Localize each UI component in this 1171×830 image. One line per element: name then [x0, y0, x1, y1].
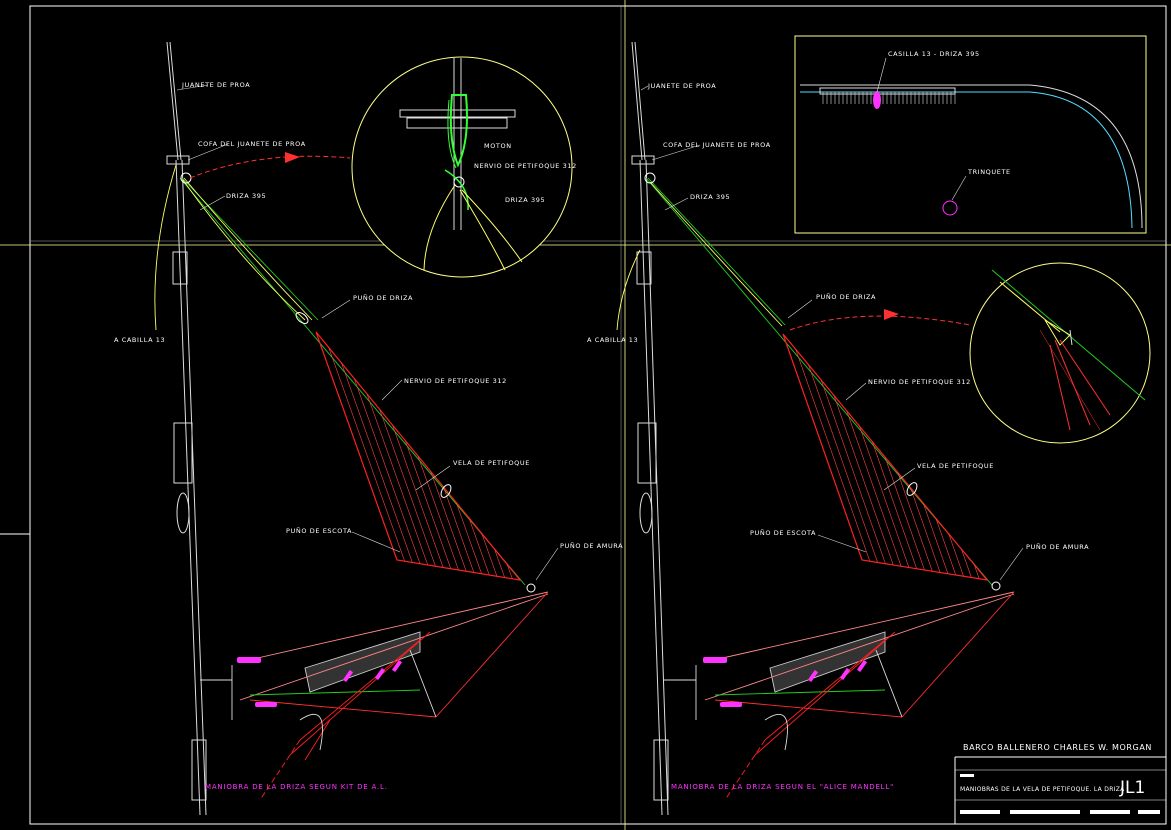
- label-vela: VELA DE PETIFOQUE: [453, 459, 530, 467]
- detail-label-nervio: NERVIO DE PETIFOQUE 312: [474, 162, 577, 170]
- plan-label-casilla: CASILLA 13 - DRIZA 395: [888, 50, 980, 58]
- label-cofa: COFA DEL JUANETE DE PROA: [198, 140, 306, 148]
- label-puno-amura: PUÑO DE AMURA: [1026, 542, 1089, 551]
- detail-label-moton: MOTON: [484, 142, 512, 150]
- label-cofa: COFA DEL JUANETE DE PROA: [663, 141, 771, 149]
- label-puno-amura: PUÑO DE AMURA: [560, 541, 623, 550]
- label-cabilla: A CABILLA 13: [114, 336, 165, 344]
- label-vela: VELA DE PETIFOQUE: [917, 462, 994, 470]
- label-puno-escota: PUÑO DE ESCOTA: [286, 526, 352, 535]
- label-nervio: NERVIO DE PETIFOQUE 312: [404, 377, 507, 385]
- right-caption: MANIOBRA DE LA DRIZA SEGUN EL "ALICE MAN…: [671, 783, 894, 791]
- title-description: MANIOBRAS DE LA VELA DE PETIFOQUE. LA DR…: [960, 786, 1125, 793]
- label-juanete: JUANETE DE PROA: [181, 81, 250, 89]
- detail-circle: [969, 262, 1151, 444]
- label-puno-driza: PUÑO DE DRIZA: [816, 292, 876, 301]
- label-nervio: NERVIO DE PETIFOQUE 312: [868, 378, 971, 386]
- left-caption: MANIOBRA DE LA DRIZA SEGUN KIT DE A.L.: [205, 783, 388, 791]
- highlight-pin: [873, 91, 881, 109]
- detail-label-driza: DRIZA 395: [505, 196, 545, 204]
- sheet-number: JL1: [1119, 778, 1145, 798]
- label-cabilla: A CABILLA 13: [587, 336, 638, 344]
- cad-drawing: JUANETE DE PROA COFA DEL JUANETE DE PROA…: [0, 0, 1171, 830]
- label-driza: DRIZA 395: [690, 193, 730, 201]
- label-juanete: JUANETE DE PROA: [647, 82, 716, 90]
- label-puno-escota: PUÑO DE ESCOTA: [750, 528, 816, 537]
- plan-label-trinquete: TRINQUETE: [967, 168, 1011, 176]
- label-puno-driza: PUÑO DE DRIZA: [353, 293, 413, 302]
- title-vessel: BARCO BALLENERO CHARLES W. MORGAN: [963, 743, 1152, 752]
- label-driza: DRIZA 395: [226, 192, 266, 200]
